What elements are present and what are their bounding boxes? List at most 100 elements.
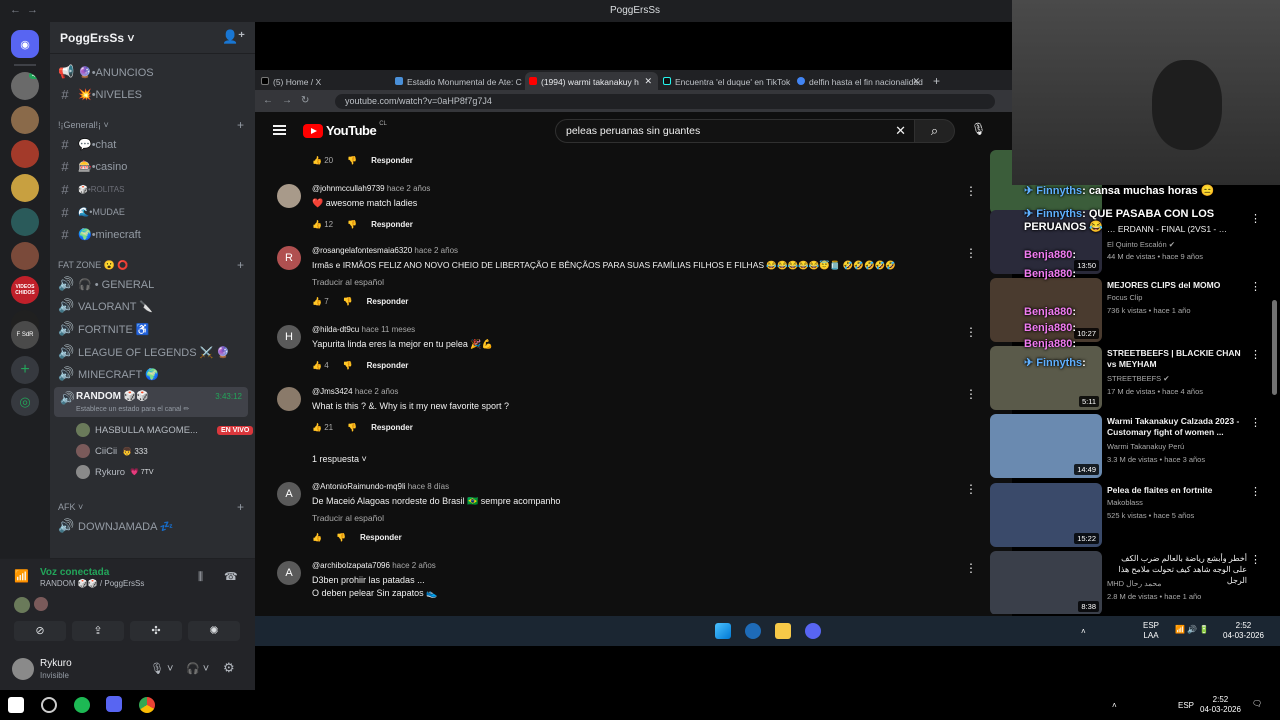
category-afk[interactable]: AFK ˅ + <box>58 500 248 514</box>
video-menu-icon[interactable]: ⋮ <box>1250 416 1261 429</box>
tab-tiktok[interactable]: Encuentra 'el duque' en TikTok <box>659 72 792 90</box>
server-icon-1[interactable]: 4 <box>11 72 39 100</box>
avatar[interactable] <box>14 597 30 613</box>
comment-author[interactable]: @Jms3424 <box>312 387 353 396</box>
channel-anuncios[interactable]: 📢 🔮•ANUNCIOS <box>58 62 248 82</box>
screen-share-button[interactable]: ⇪ <box>72 621 124 641</box>
video-menu-icon[interactable]: ⋮ <box>1250 553 1261 566</box>
discord-icon[interactable] <box>805 623 821 639</box>
new-tab-button[interactable]: + <box>933 74 940 88</box>
channel-chat[interactable]: # 💬•chat <box>58 134 248 154</box>
app-icon[interactable] <box>745 623 761 639</box>
like-button[interactable]: 👍 7 <box>312 297 329 306</box>
soundboard-button[interactable]: ✺ <box>188 621 240 641</box>
video-title[interactable]: STREETBEEFS | BLACKIE CHAN vs MEYHAM <box>1107 348 1247 370</box>
invite-icon[interactable]: 👤⁺ <box>222 29 245 45</box>
category-general[interactable]: !¡Generalǃ¡ ˅ + <box>58 118 248 132</box>
like-button[interactable]: 👍 4 <box>312 361 329 370</box>
hamburger-menu-icon[interactable] <box>273 125 286 135</box>
noise-suppression-icon[interactable]: ⫼ <box>198 571 203 584</box>
disconnect-icon[interactable]: ☎ <box>224 570 238 583</box>
search-button[interactable]: ⌕ <box>915 119 955 143</box>
dislike-button[interactable]: 👎 <box>343 297 353 306</box>
server-icon-3[interactable] <box>11 140 39 168</box>
translate-link[interactable]: Traducir al español <box>312 513 384 523</box>
server-icon-2[interactable] <box>11 106 39 134</box>
voice-channel-valorant[interactable]: 🔊 VALORANT 🔪 <box>58 296 248 316</box>
close-tab-icon[interactable]: ✕ <box>912 76 920 87</box>
video-channel[interactable]: Focus Clip <box>1107 293 1142 302</box>
notification-icon[interactable]: 🗨 <box>1252 699 1262 709</box>
headphones-icon[interactable]: 🎧 ˅ <box>186 662 209 675</box>
like-button[interactable]: 👍 21 <box>312 423 333 432</box>
video-channel[interactable]: Makoblass <box>1107 498 1143 507</box>
video-title[interactable]: MEJORES CLIPS del MOMO <box>1107 280 1247 291</box>
commenter-avatar[interactable]: A <box>277 561 301 585</box>
video-menu-icon[interactable]: ⋮ <box>1250 485 1261 498</box>
dislike-button[interactable]: 👎 <box>347 220 357 229</box>
avatar[interactable] <box>34 597 48 611</box>
voice-channel-random[interactable]: 🔊 RANDOM 🎲🎲 3:43:12 Establece un estado … <box>54 387 248 417</box>
server-icon-5[interactable] <box>11 208 39 236</box>
replies-toggle[interactable]: 1 respuesta ˅ <box>312 454 367 464</box>
discord-icon[interactable] <box>106 696 122 712</box>
commenter-avatar[interactable]: R <box>277 246 301 270</box>
like-button[interactable]: 👍 12 <box>312 220 333 229</box>
voice-status[interactable]: Voz conectada <box>40 567 109 578</box>
nav-buttons[interactable]: ←→↻ <box>263 95 318 106</box>
voice-channel-downjamada[interactable]: 🔊 DOWNJAMADA 💤 <box>58 516 248 536</box>
back-forward-arrows[interactable]: ←→ <box>10 4 44 16</box>
comment-menu-icon[interactable]: ⋮ <box>965 561 977 575</box>
tab-estadio[interactable]: Estadio Monumental de Ate: C <box>391 72 524 90</box>
video-thumbnail[interactable]: 15:22 <box>990 483 1102 547</box>
video-menu-icon[interactable]: ⋮ <box>1250 348 1261 361</box>
comment-menu-icon[interactable]: ⋮ <box>965 246 977 260</box>
user-avatar[interactable] <box>12 658 34 680</box>
reply-button[interactable]: Responder <box>367 297 409 306</box>
page-scrollbar[interactable] <box>1272 300 1277 395</box>
server-icon-folder[interactable]: F SdR <box>11 321 39 349</box>
discover-icon[interactable]: ◎ <box>11 388 39 416</box>
video-channel[interactable]: Warmi Takanakuy Perú <box>1107 442 1184 451</box>
tray-chevron-icon[interactable]: ˄ <box>1081 627 1086 637</box>
network-volume-icons[interactable]: 📶 🔊 🔋 <box>1175 625 1209 635</box>
dislike-button[interactable]: 👎 <box>347 156 357 165</box>
voice-channel-general[interactable]: 🔊 🎧 • GENERAL <box>58 274 248 294</box>
commenter-avatar[interactable]: H <box>277 325 301 349</box>
add-channel-icon[interactable]: + <box>237 258 244 272</box>
comment-author[interactable]: @hilda-dt9cu <box>312 325 359 334</box>
server-icon-videos-chidos[interactable]: VIDEOS CHIDOS <box>11 276 39 304</box>
reply-button[interactable]: Responder <box>371 220 413 229</box>
comment-menu-icon[interactable]: ⋮ <box>965 482 977 496</box>
settings-gear-icon[interactable]: ⚙ <box>223 660 235 676</box>
add-channel-icon[interactable]: + <box>237 500 244 514</box>
user-name[interactable]: Rykuro <box>40 658 72 669</box>
clear-search-icon[interactable]: ✕ <box>895 123 906 139</box>
reply-button[interactable]: Responder <box>360 533 402 542</box>
video-title[interactable]: Warmi Takanakuy Calzada 2023 - Customary… <box>1107 416 1247 438</box>
channel-status-hint[interactable]: Establece un estado para el canal ✏ <box>76 405 189 413</box>
channel-minecraft[interactable]: # 🌍•minecraft <box>58 224 248 244</box>
activities-button[interactable]: ✣ <box>130 621 182 641</box>
like-button[interactable]: 👍 <box>312 533 322 542</box>
app-icon[interactable] <box>41 697 57 713</box>
voice-user[interactable]: Rykuro 💗 7TV <box>76 463 154 481</box>
video-thumbnail[interactable]: 14:49 <box>990 414 1102 478</box>
commenter-avatar[interactable] <box>277 184 301 208</box>
video-channel[interactable]: STREETBEEFS ✔ <box>1107 374 1170 383</box>
search-input[interactable]: peleas peruanas sin guantes ✕ <box>555 119 915 143</box>
comment-menu-icon[interactable]: ⋮ <box>965 184 977 198</box>
comment-menu-icon[interactable]: ⋮ <box>965 387 977 401</box>
spotify-icon[interactable] <box>74 697 90 713</box>
voice-channel-minecraft[interactable]: 🔊 MINECRAFT 🌍 <box>58 364 248 384</box>
voice-user[interactable]: HASBULLA MAGOME... EN VIVO <box>76 421 254 439</box>
video-channel[interactable]: MHD محمد رحال <box>1107 579 1161 588</box>
comment-author[interactable]: @archibolzapata7096 <box>312 561 390 570</box>
dislike-button[interactable]: 👎 <box>347 423 357 432</box>
channel-rolitas[interactable]: # 🎲•ROLITAS <box>58 179 248 199</box>
video-card[interactable]: 14:49 Warmi Takanakuy Calzada 2023 - Cus… <box>990 414 1270 478</box>
server-icon-6[interactable] <box>11 242 39 270</box>
video-title[interactable]: Pelea de flaites en fortnite <box>1107 485 1247 496</box>
close-tab-icon[interactable]: ✕ <box>644 76 652 87</box>
video-card[interactable]: 15:22 Pelea de flaites en fortnite Makob… <box>990 483 1270 547</box>
